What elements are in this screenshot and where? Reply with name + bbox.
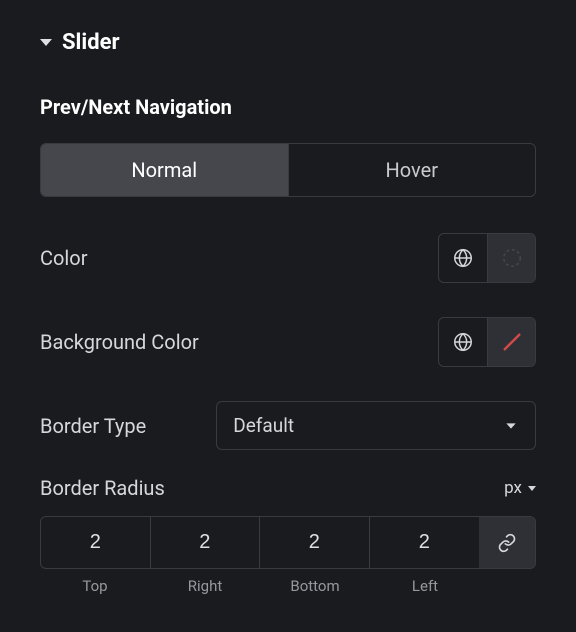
tab-normal[interactable]: Normal: [41, 144, 288, 196]
background-color-swatch-button[interactable]: [487, 318, 535, 366]
border-radius-right-input[interactable]: [151, 517, 261, 568]
chevron-down-icon: [503, 418, 519, 434]
border-radius-unit: px: [504, 478, 522, 498]
border-type-row: Border Type Default: [40, 401, 536, 450]
color-global-button[interactable]: [439, 234, 487, 282]
chevron-down-icon: [528, 486, 536, 491]
globe-icon: [452, 331, 474, 353]
background-color-row: Background Color: [40, 317, 536, 367]
section-header[interactable]: Slider: [40, 30, 536, 55]
border-radius-unit-select[interactable]: px: [504, 478, 536, 498]
color-control: [438, 233, 536, 283]
no-color-icon: [500, 330, 524, 354]
color-row: Color: [40, 233, 536, 283]
caret-down-icon: [40, 39, 52, 46]
border-radius-label: Border Radius: [40, 476, 165, 500]
background-color-global-button[interactable]: [439, 318, 487, 366]
border-radius-top-label: Top: [40, 577, 150, 595]
link-icon: [497, 533, 517, 553]
border-type-select[interactable]: Default: [216, 401, 536, 450]
border-radius-left-input[interactable]: [370, 517, 480, 568]
state-tabs: Normal Hover: [40, 143, 536, 197]
border-radius-bottom-label: Bottom: [260, 577, 370, 595]
tab-hover[interactable]: Hover: [288, 144, 536, 196]
border-radius-labels: Top Right Bottom Left: [40, 577, 536, 595]
border-radius-inputs: [40, 516, 536, 569]
color-swatch-button[interactable]: [487, 234, 535, 282]
color-empty-icon: [501, 247, 523, 269]
border-radius-left-label: Left: [370, 577, 480, 595]
border-type-value: Default: [233, 414, 294, 437]
border-radius-link-button[interactable]: [479, 517, 535, 568]
background-color-control: [438, 317, 536, 367]
section-title: Slider: [62, 30, 120, 55]
border-radius-header: Border Radius px: [40, 476, 536, 500]
color-label: Color: [40, 246, 87, 270]
subsection-title: Prev/Next Navigation: [40, 95, 536, 119]
border-radius-top-input[interactable]: [41, 517, 151, 568]
globe-icon: [452, 247, 474, 269]
border-type-label: Border Type: [40, 414, 146, 438]
border-radius-bottom-input[interactable]: [260, 517, 370, 568]
background-color-label: Background Color: [40, 330, 199, 354]
border-radius-right-label: Right: [150, 577, 260, 595]
